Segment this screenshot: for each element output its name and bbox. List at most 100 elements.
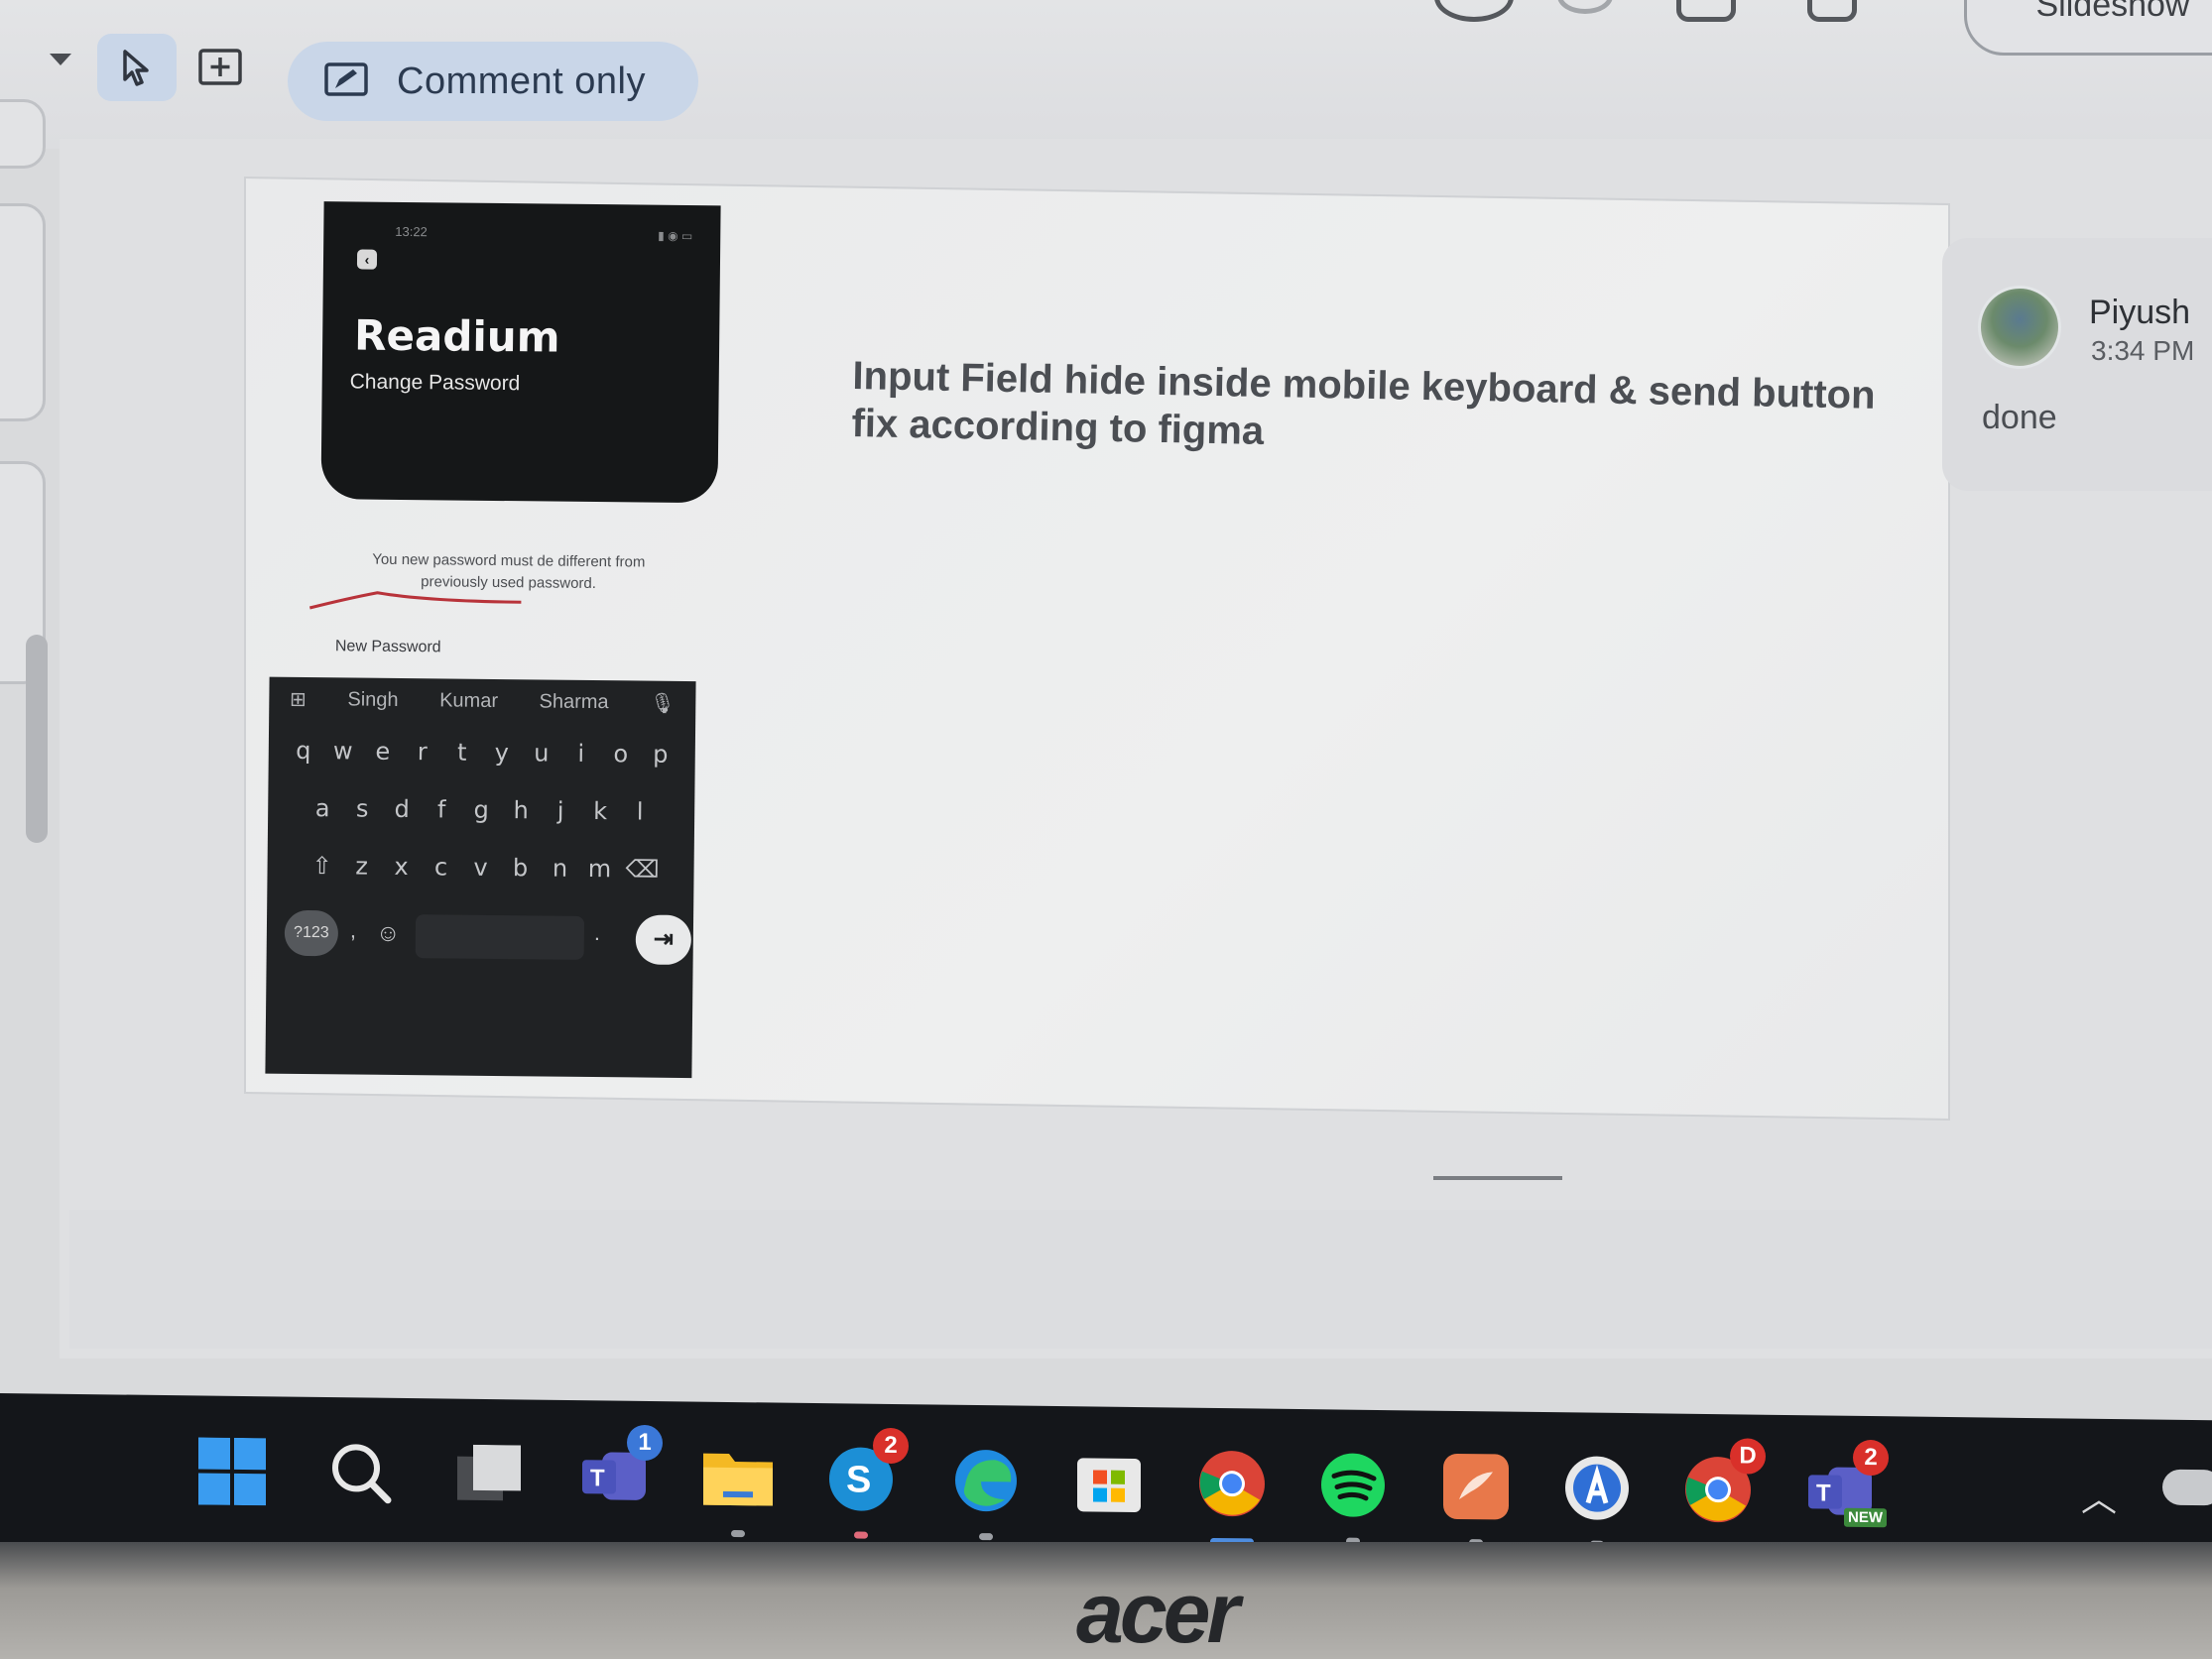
key: q	[296, 736, 311, 766]
mobile-screenshot-image: 13:22 ▮ ◉ ▭ ‹ Readium Change Password Yo…	[265, 201, 721, 1079]
present-video-icon[interactable]	[1807, 0, 1857, 22]
screen-title: Change Password	[349, 370, 521, 396]
slideshow-button[interactable]: Slideshow	[1964, 0, 2212, 56]
thumbnail-scrollbar[interactable]	[26, 635, 48, 843]
app-orange-icon[interactable]	[1438, 1449, 1514, 1547]
key: c	[433, 853, 448, 882]
chrome-profile-icon[interactable]: D	[1680, 1438, 1766, 1550]
red-annotation-stroke	[308, 591, 522, 610]
key: x	[394, 852, 409, 882]
key: f	[436, 795, 446, 824]
microsoft-store-icon[interactable]	[1071, 1444, 1147, 1520]
key: o	[613, 740, 629, 769]
brand-logo: acer	[1076, 1566, 1240, 1659]
apps-grid-icon: ⊞	[290, 688, 307, 711]
mobile-keyboard: ⊞ Singh Kumar Sharma 🎙︎ q w e r t y u i …	[265, 676, 696, 1079]
teams-new-badge: 2	[1853, 1439, 1889, 1477]
key: m	[587, 854, 612, 884]
keyboard-suggestion-bar: ⊞ Singh Kumar Sharma 🎙︎	[269, 677, 695, 726]
app-brand: Readium	[354, 310, 560, 361]
period-key: .	[593, 920, 601, 946]
skype-badge: 2	[873, 1427, 909, 1465]
windows-logo-icon	[198, 1437, 266, 1506]
key: d	[394, 794, 410, 824]
avatar	[1978, 286, 2061, 369]
teams-new-icon[interactable]: T 2 NEW	[1803, 1439, 1889, 1551]
key: b	[512, 854, 529, 883]
running-indicator	[854, 1531, 868, 1539]
skype-icon[interactable]: S 2	[823, 1427, 909, 1539]
space-key	[415, 914, 585, 960]
status-time: 13:22	[395, 223, 428, 240]
key: j	[556, 796, 564, 825]
edge-icon[interactable]	[948, 1443, 1024, 1541]
key: s	[355, 794, 369, 823]
chrome-icon[interactable]	[1194, 1446, 1270, 1546]
select-tool-button[interactable]	[97, 34, 177, 101]
zoom-dropdown-caret-icon[interactable]	[50, 54, 71, 65]
keyboard-row-3: ⇧ z x c v b n m ⌫	[267, 852, 693, 885]
key: e	[375, 737, 391, 766]
keyboard-row-1: q w e r t y u i o p	[269, 737, 695, 770]
svg-text:T: T	[1816, 1480, 1831, 1506]
mic-icon: 🎙︎	[650, 692, 676, 715]
comma-key: ,	[349, 917, 357, 943]
key: a	[314, 794, 330, 823]
key: u	[534, 739, 550, 768]
app-blue-a-icon[interactable]	[1559, 1450, 1635, 1548]
windows-start-icon[interactable]	[194, 1433, 270, 1509]
key: l	[636, 797, 644, 826]
mode-label: Comment only	[397, 59, 646, 102]
status-icons: ▮ ◉ ▭	[658, 228, 693, 244]
new-comment-button[interactable]	[194, 44, 246, 93]
key: g	[473, 795, 489, 824]
key: n	[552, 854, 568, 883]
back-arrow-icon: ‹	[356, 249, 378, 270]
comments-panel-icon[interactable]	[1676, 0, 1736, 22]
task-view-icon[interactable]	[452, 1437, 528, 1513]
numbers-key: ?123	[284, 909, 339, 957]
teams-classic-badge: 1	[627, 1424, 663, 1462]
key: z	[355, 852, 369, 881]
comment-thread-card[interactable]: Piyush 3:34 PM done	[1942, 238, 2212, 491]
account-avatar-icon[interactable]	[1434, 0, 1514, 22]
slide-thumbnail[interactable]	[0, 99, 46, 169]
search-icon[interactable]	[323, 1435, 399, 1511]
backspace-icon: ⌫	[625, 855, 660, 884]
comment-time: 3:34 PM	[2091, 335, 2195, 366]
phone-header: 13:22 ▮ ◉ ▭ ‹ Readium Change Password	[320, 201, 721, 504]
key: r	[417, 738, 428, 767]
suggestion: Sharma	[539, 689, 609, 713]
chevron-up-icon[interactable]: ︿	[2081, 1471, 2117, 1522]
comment-reply: done	[1982, 399, 2057, 436]
running-indicator	[731, 1530, 745, 1538]
suggestion: Singh	[347, 687, 399, 711]
suggestion: Kumar	[439, 688, 499, 712]
slide-thumbnail[interactable]	[0, 203, 46, 421]
spotify-icon[interactable]	[1315, 1447, 1391, 1545]
history-icon[interactable]	[1557, 0, 1613, 14]
teams-classic-icon[interactable]: T 1	[577, 1424, 663, 1514]
comment-only-mode-button[interactable]: Comment only	[288, 42, 698, 121]
slide-comment-text[interactable]: Input Field hide inside mobile keyboard …	[851, 352, 1905, 467]
editor-toolbar: Comment only Slideshow	[0, 0, 2212, 149]
key: p	[653, 740, 669, 769]
app-brand-text: Readium	[353, 310, 560, 362]
speaker-notes-drag-handle[interactable]	[1433, 1176, 1562, 1180]
shift-icon: ⇧	[311, 852, 332, 881]
key: y	[494, 738, 510, 768]
speaker-notes-area[interactable]	[69, 1210, 2212, 1349]
chrome-profile-badge: D	[1730, 1438, 1766, 1475]
key: i	[577, 739, 585, 768]
add-comment-icon	[198, 49, 242, 85]
key: v	[473, 853, 488, 882]
svg-text:S: S	[846, 1459, 871, 1500]
key: k	[593, 797, 608, 826]
next-arrow-icon: ⇥	[635, 914, 692, 966]
cloud-icon[interactable]	[2162, 1469, 2212, 1506]
comment-edit-icon	[324, 62, 368, 96]
field-label: New Password	[334, 638, 441, 656]
file-explorer-icon[interactable]	[700, 1440, 776, 1538]
running-indicator	[979, 1533, 993, 1541]
new-tag: NEW	[1844, 1507, 1887, 1528]
